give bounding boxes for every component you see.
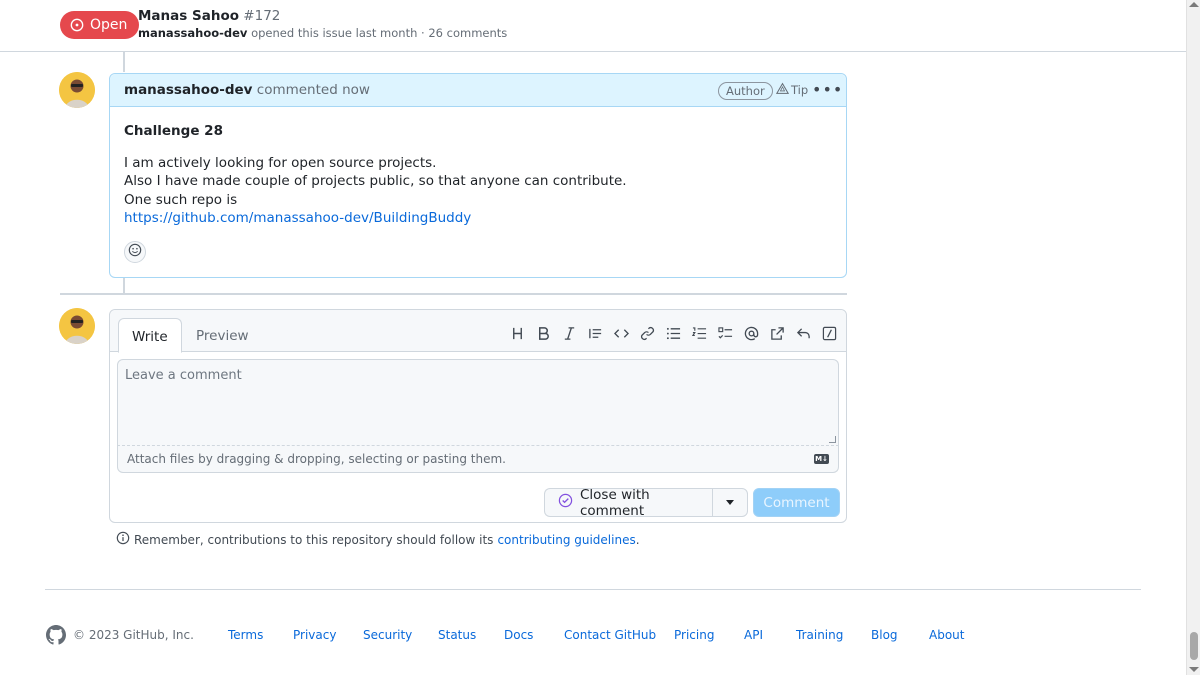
footer-link-api[interactable]: API xyxy=(744,628,763,642)
new-comment-form: Write Preview Leave a comment Attach fil… xyxy=(109,309,847,523)
footer-link-blog[interactable]: Blog xyxy=(871,628,898,642)
footer-link-terms[interactable]: Terms xyxy=(228,628,263,642)
footer-link-about[interactable]: About xyxy=(929,628,964,642)
tab-preview[interactable]: Preview xyxy=(183,318,262,353)
author-badge: Author xyxy=(718,82,773,100)
smiley-icon xyxy=(128,243,142,261)
task-list-icon[interactable] xyxy=(717,325,734,342)
comment-timestamp[interactable]: commented now xyxy=(257,82,370,98)
copyright: © 2023 GitHub, Inc. xyxy=(73,628,194,642)
footer-link-docs[interactable]: Docs xyxy=(504,628,533,642)
footer-link-status[interactable]: Status xyxy=(438,628,476,642)
issue-open-icon xyxy=(70,18,84,32)
comment-header: manassahoo-dev commented now Author Tip … xyxy=(110,74,846,107)
italic-icon[interactable] xyxy=(561,325,578,342)
page-scrollbar[interactable] xyxy=(1186,0,1200,675)
markdown-toolbar xyxy=(509,325,838,342)
attach-hint: Attach files by dragging & dropping, sel… xyxy=(127,452,506,466)
issue-closed-icon xyxy=(558,493,573,512)
alert-icon xyxy=(775,82,790,98)
close-with-comment-label: Close with comment xyxy=(580,486,650,519)
issue-state-label: Open xyxy=(90,17,128,33)
issue-author-link[interactable]: manassahoo-dev xyxy=(138,26,247,40)
scroll-down-icon[interactable] xyxy=(1189,667,1199,672)
heading-icon[interactable] xyxy=(509,325,526,342)
resize-handle-icon[interactable] xyxy=(829,436,836,443)
repo-link[interactable]: https://github.com/manassahoo-dev/Buildi… xyxy=(124,210,471,226)
issue-meta-text: opened this issue last month · 26 commen… xyxy=(251,26,508,40)
slash-command-icon[interactable] xyxy=(821,325,838,342)
add-reaction-button[interactable] xyxy=(124,241,146,263)
reminder-text: Remember, contributions to this reposito… xyxy=(134,532,494,547)
comment-author: manassahoo-dev commented now xyxy=(124,82,370,98)
contribution-reminder: Remember, contributions to this reposito… xyxy=(116,531,640,548)
timeline-divider xyxy=(60,293,847,295)
link-icon[interactable] xyxy=(639,325,656,342)
ordered-list-icon[interactable] xyxy=(691,325,708,342)
tip-button[interactable]: Tip xyxy=(775,82,809,98)
avatar[interactable] xyxy=(59,308,95,344)
kebab-menu-icon[interactable]: ••• xyxy=(812,80,843,99)
comment-body: Challenge 28 I am actively looking for o… xyxy=(110,107,846,243)
footer-link-security[interactable]: Security xyxy=(363,628,412,642)
issue-state-badge: Open xyxy=(60,11,140,39)
footer-link-pricing[interactable]: Pricing xyxy=(674,628,714,642)
comment-author-link[interactable]: manassahoo-dev xyxy=(124,82,252,98)
tip-label: Tip xyxy=(791,83,809,97)
issue-title-text: Manas Sahoo xyxy=(138,8,239,24)
unordered-list-icon[interactable] xyxy=(665,325,682,342)
cross-reference-icon[interactable] xyxy=(769,325,786,342)
comment-line: I am actively looking for open source pr… xyxy=(124,154,437,171)
sticky-issue-header: Open Manas Sahoo #172 manassahoo-dev ope… xyxy=(0,0,1186,52)
scroll-up-icon[interactable] xyxy=(1189,2,1199,7)
comment-line: One such repo is xyxy=(124,191,238,208)
info-icon xyxy=(116,531,130,548)
mention-icon[interactable] xyxy=(743,325,760,342)
editor-header: Write Preview xyxy=(110,310,846,353)
comment-placeholder: Leave a comment xyxy=(125,368,242,383)
comment-box: manassahoo-dev commented now Author Tip … xyxy=(109,73,847,278)
issue-title: Manas Sahoo #172 xyxy=(138,8,280,24)
code-icon[interactable] xyxy=(613,325,630,342)
footer-link-contact[interactable]: Contact GitHub xyxy=(564,628,656,642)
bold-icon[interactable] xyxy=(535,325,552,342)
quote-icon[interactable] xyxy=(587,325,604,342)
contributing-guidelines-link[interactable]: contributing guidelines xyxy=(497,533,635,547)
tab-write[interactable]: Write xyxy=(118,318,182,353)
markdown-icon[interactable]: M↓ xyxy=(814,454,829,464)
issue-meta: manassahoo-dev opened this issue last mo… xyxy=(138,26,507,40)
comment-submit-button[interactable]: Comment xyxy=(753,488,840,517)
issue-number: #172 xyxy=(243,8,281,24)
comment-heading: Challenge 28 xyxy=(124,123,223,139)
footer-link-privacy[interactable]: Privacy xyxy=(293,628,336,642)
timeline-line xyxy=(123,52,125,72)
scrollbar-thumb[interactable] xyxy=(1190,632,1198,660)
reminder-end: . xyxy=(635,532,640,547)
triangle-down-icon xyxy=(726,500,734,505)
file-attachment-area[interactable]: Attach files by dragging & dropping, sel… xyxy=(117,446,839,473)
avatar[interactable] xyxy=(59,72,95,108)
comment-textarea[interactable]: Leave a comment xyxy=(117,359,839,446)
footer-divider xyxy=(45,589,1141,590)
comment-line: Also I have made couple of projects publ… xyxy=(124,173,627,189)
timeline-line xyxy=(123,278,125,294)
reply-icon[interactable] xyxy=(795,325,812,342)
github-logo-icon[interactable] xyxy=(46,625,66,645)
close-options-dropdown[interactable] xyxy=(712,488,748,517)
footer-link-training[interactable]: Training xyxy=(796,628,843,642)
close-with-comment-button[interactable]: Close with comment xyxy=(544,486,712,519)
